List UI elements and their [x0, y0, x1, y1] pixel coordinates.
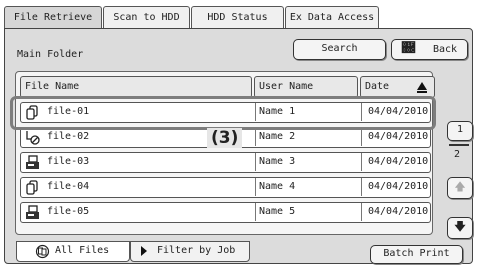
- file-date: 04/04/2010: [361, 128, 428, 146]
- back-arrow-icon: 🠌: [401, 41, 415, 56]
- back-label: Back: [432, 44, 458, 55]
- tab-file-retrieve[interactable]: File Retrieve: [4, 6, 102, 30]
- play-icon: [141, 246, 147, 256]
- column-user-name[interactable]: User Name: [254, 76, 358, 98]
- sort-ascending-icon: [417, 82, 427, 93]
- tab-all-files[interactable]: All Files: [16, 241, 130, 262]
- tab-filter-by-job-label: Filter by Job: [157, 245, 236, 256]
- callout-label: (3): [207, 128, 243, 148]
- scroll-down-button[interactable]: 🡇: [447, 217, 473, 239]
- arrow-down-icon: 🡇: [454, 220, 466, 233]
- tab-scan-to-hdd[interactable]: Scan to HDD: [103, 6, 190, 28]
- file-date: 04/04/2010: [361, 178, 428, 196]
- copy-job-icon: [26, 205, 39, 219]
- column-date-label: Date: [365, 81, 390, 92]
- file-date: 04/04/2010: [361, 203, 428, 221]
- folder-label: Main Folder: [17, 49, 84, 60]
- file-name: file-04: [47, 181, 90, 192]
- column-date[interactable]: Date: [360, 76, 435, 98]
- scan-job-icon: [26, 131, 40, 145]
- highlight-frame: [10, 96, 436, 130]
- print-job-icon: [26, 180, 38, 195]
- tab-ex-data-access[interactable]: Ex Data Access: [285, 6, 379, 28]
- table-row[interactable]: file-03 Name 3 04/04/2010: [20, 152, 431, 173]
- user-name: Name 2: [255, 128, 295, 146]
- copy-job-icon: [26, 155, 39, 169]
- tab-filter-by-job[interactable]: Filter by Job: [130, 241, 250, 262]
- user-name: Name 5: [255, 203, 295, 221]
- file-name: file-03: [47, 156, 90, 167]
- file-name: file-02: [47, 131, 90, 142]
- top-tabs: File Retrieve Scan to HDD HDD Status Ex …: [4, 6, 380, 30]
- column-file-name[interactable]: File Name: [20, 76, 252, 98]
- file-date: 04/04/2010: [361, 153, 428, 171]
- all-files-icon: [35, 244, 50, 259]
- list-header: File Name User Name Date: [20, 76, 435, 98]
- table-row[interactable]: file-05 Name 5 04/04/2010: [20, 202, 431, 223]
- user-name: Name 3: [255, 153, 295, 171]
- page-divider: [449, 144, 469, 146]
- search-button[interactable]: Search: [293, 39, 386, 60]
- page-total: 2: [454, 149, 461, 160]
- batch-print-button[interactable]: Batch Print: [370, 245, 463, 264]
- page-number-button[interactable]: 1: [447, 121, 473, 141]
- tab-hdd-status[interactable]: HDD Status: [191, 6, 284, 28]
- user-name: Name 4: [255, 178, 295, 196]
- tab-all-files-label: All Files: [55, 245, 110, 256]
- back-button[interactable]: 🠌 Back: [391, 39, 468, 60]
- scroll-up-button[interactable]: 🡅: [447, 177, 473, 199]
- table-row[interactable]: file-04 Name 4 04/04/2010: [20, 177, 431, 198]
- file-name: file-05: [47, 206, 90, 217]
- arrow-up-icon: 🡅: [454, 180, 466, 193]
